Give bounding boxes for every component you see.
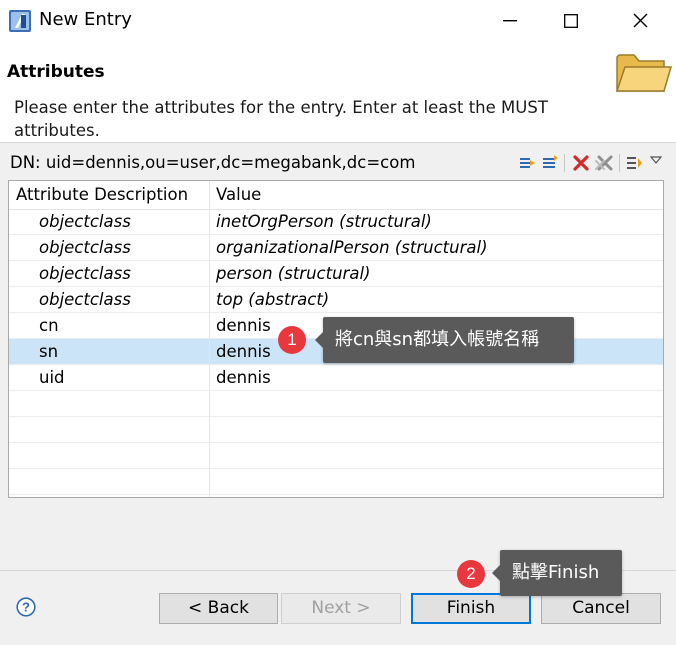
finish-button[interactable]: Finish xyxy=(411,593,531,624)
new-attribute-icon[interactable] xyxy=(518,154,536,172)
new-value-icon[interactable] xyxy=(541,154,559,172)
folder-icon xyxy=(615,54,672,92)
maximize-icon xyxy=(564,13,578,28)
toolbar-separator xyxy=(564,154,565,172)
callout-text-1: 將cn與sn都填入帳號名稱 xyxy=(335,329,540,350)
delete-all-icon[interactable] xyxy=(595,154,613,172)
back-button[interactable]: < Back xyxy=(159,593,278,624)
app-icon xyxy=(9,10,31,32)
callout-text-2: 點擊Finish xyxy=(512,562,600,583)
next-button[interactable]: Next > xyxy=(281,593,401,624)
page-description: Please enter the attributes for the entr… xyxy=(14,98,548,140)
value-cell[interactable]: person (structural) xyxy=(216,263,370,285)
column-header-value[interactable]: Value xyxy=(216,184,261,206)
close-icon xyxy=(633,13,647,28)
window-title: New Entry xyxy=(39,9,132,30)
callout-tooltip-2: 點擊Finish xyxy=(492,550,622,596)
value-cell[interactable]: dennis xyxy=(216,315,271,337)
column-divider[interactable] xyxy=(209,181,210,497)
close-button[interactable] xyxy=(607,0,673,41)
maximize-button[interactable] xyxy=(538,0,604,41)
title-bar: New Entry xyxy=(0,0,676,41)
table-header: Attribute Description Value xyxy=(9,181,663,210)
step-badge-2: 2 xyxy=(457,560,485,588)
attribute-cell[interactable]: uid xyxy=(39,367,65,389)
dn-label: DN: uid=dennis,ou=user,dc=megabank,dc=co… xyxy=(10,153,416,172)
delete-icon[interactable] xyxy=(572,154,590,172)
toolbar-separator xyxy=(619,154,620,172)
attribute-cell[interactable]: sn xyxy=(39,341,58,363)
value-cell[interactable]: top (abstract) xyxy=(216,289,329,311)
value-cell[interactable]: organizationalPerson (structural) xyxy=(216,237,488,259)
page-title: Attributes xyxy=(7,62,105,82)
table-row[interactable]: objectclass person (structural) xyxy=(9,261,663,287)
table-row[interactable] xyxy=(9,469,663,495)
cancel-button[interactable]: Cancel xyxy=(541,593,661,624)
table-row[interactable] xyxy=(9,417,663,443)
column-header-attribute[interactable]: Attribute Description xyxy=(16,184,188,206)
value-cell[interactable]: dennis xyxy=(216,341,271,363)
attribute-cell[interactable]: objectclass xyxy=(39,237,131,259)
callout-arrow xyxy=(315,332,323,348)
attribute-cell[interactable]: objectclass xyxy=(39,289,131,311)
table-row[interactable]: objectclass inetOrgPerson (structural) xyxy=(9,209,663,235)
attribute-cell[interactable]: objectclass xyxy=(39,263,131,285)
minimize-button[interactable] xyxy=(477,0,543,41)
sort-icon[interactable] xyxy=(625,154,643,172)
callout-arrow xyxy=(492,565,500,581)
value-cell[interactable]: inetOrgPerson (structural) xyxy=(216,211,432,233)
menu-dropdown-icon[interactable] xyxy=(650,154,662,166)
table-row[interactable]: objectclass organizationalPerson (structu… xyxy=(9,235,663,261)
wizard-header: Attributes Please enter the attributes f… xyxy=(0,41,676,143)
table-row[interactable]: objectclass top (abstract) xyxy=(9,287,663,313)
attribute-cell[interactable]: cn xyxy=(39,315,59,337)
help-icon[interactable]: ? xyxy=(16,597,36,617)
callout-tooltip-1: 點擊Finish 將cn與sn都填入帳號名稱 xyxy=(315,317,574,363)
table-row[interactable] xyxy=(9,443,663,469)
table-row[interactable] xyxy=(9,391,663,417)
svg-text:?: ? xyxy=(22,600,30,615)
step-badge-1: 1 xyxy=(278,326,306,354)
attribute-cell[interactable]: objectclass xyxy=(39,211,131,233)
table-row[interactable]: uid dennis xyxy=(9,365,663,391)
minimize-icon xyxy=(503,19,517,21)
value-cell[interactable]: dennis xyxy=(216,367,271,389)
